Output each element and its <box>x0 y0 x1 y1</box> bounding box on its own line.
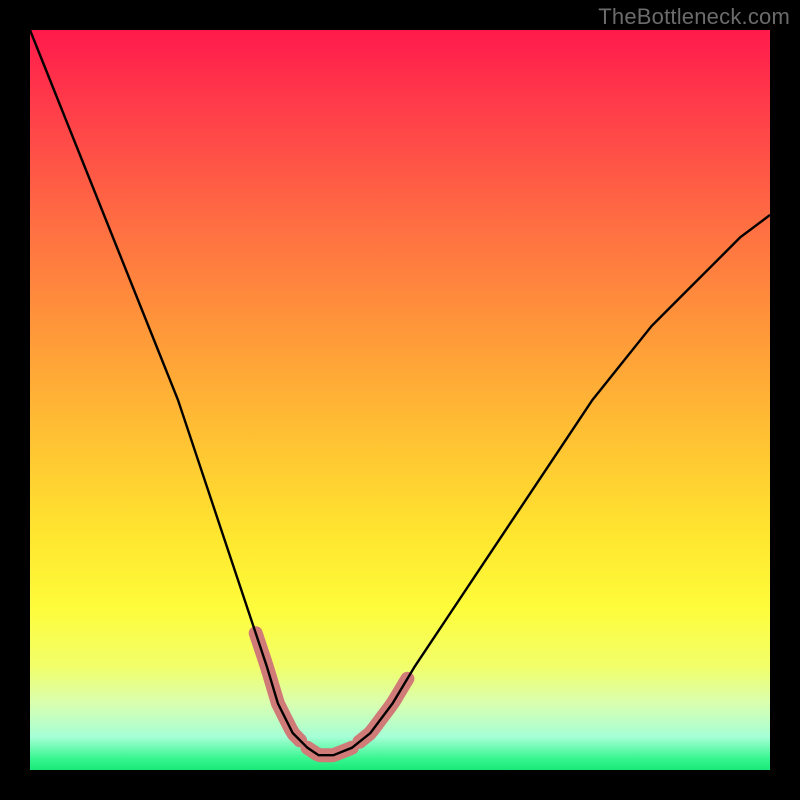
gradient-background <box>30 30 770 770</box>
watermark-text: TheBottleneck.com <box>598 4 790 30</box>
plot-area <box>30 30 770 770</box>
bottleneck-chart <box>30 30 770 770</box>
chart-frame: TheBottleneck.com <box>0 0 800 800</box>
